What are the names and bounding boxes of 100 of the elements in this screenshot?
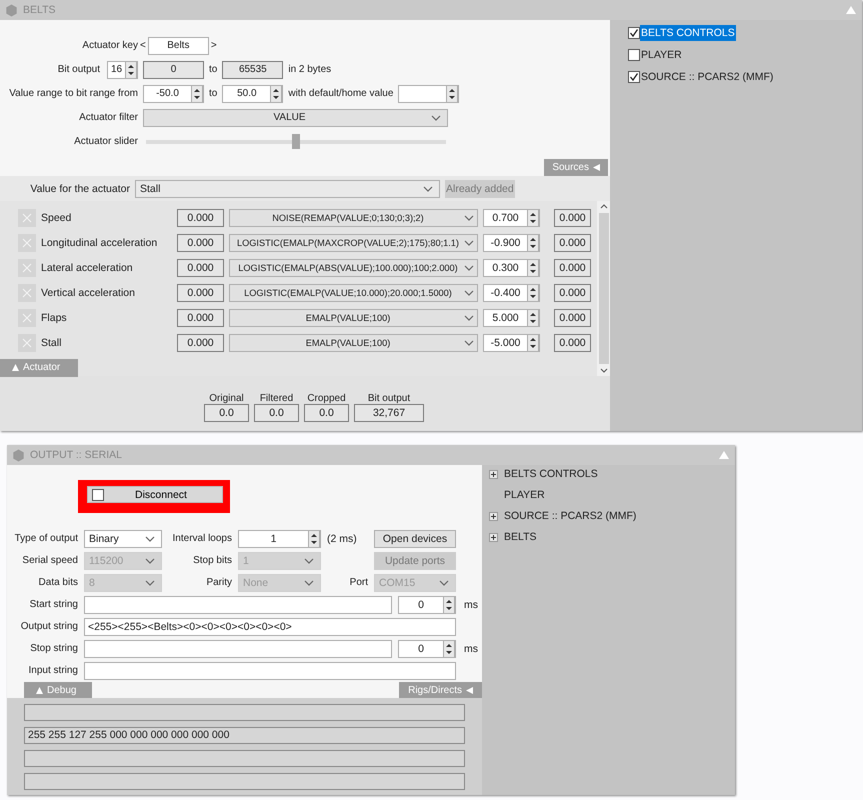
result-value: 0.000 xyxy=(554,209,591,227)
next-arrow[interactable]: > xyxy=(210,40,217,51)
readout-label: Original xyxy=(209,393,244,404)
actuator-key-field[interactable]: Belts xyxy=(148,36,209,54)
interval-spinner[interactable]: 1 xyxy=(238,530,321,548)
field-label: Interval loops xyxy=(172,532,232,546)
field-label: Stop bits xyxy=(192,554,232,568)
spin-arrows-icon[interactable] xyxy=(270,84,282,102)
filter-dropdown[interactable]: VALUE xyxy=(143,108,448,126)
caret-icon xyxy=(439,580,449,586)
field-label: Actuator slider xyxy=(74,136,138,147)
list-item[interactable]: SOURCE :: PCARS2 (MMF) xyxy=(640,69,774,85)
raw-value: 0.000 xyxy=(177,334,224,352)
result-value: 0.000 xyxy=(554,259,591,277)
slider-thumb[interactable] xyxy=(292,134,300,148)
raw-value: 0.000 xyxy=(177,259,224,277)
input-string-field[interactable] xyxy=(84,662,456,680)
raw-value: 0.000 xyxy=(177,309,224,327)
formula-dropdown[interactable]: LOGISTIC(EMALP(VALUE;10.000);20.000;1.5000) xyxy=(229,284,478,302)
field-label: with default/home value xyxy=(288,88,394,99)
readout-value: 32,767 xyxy=(354,404,424,422)
window-title: OUTPUT :: SERIAL xyxy=(30,449,122,461)
output-type-dropdown[interactable]: Binary xyxy=(84,530,162,548)
to-label: to xyxy=(209,64,218,75)
readout-label: Cropped xyxy=(307,393,346,404)
hexagon-icon xyxy=(12,448,25,462)
scrollbar[interactable] xyxy=(597,201,610,376)
field-label: Type of output xyxy=(14,532,78,546)
tree-item[interactable]: BELTS xyxy=(504,531,536,543)
caret-icon xyxy=(304,580,314,586)
spin-arrows-icon[interactable] xyxy=(527,284,539,302)
expand-icon[interactable] xyxy=(489,512,498,520)
delay-spinner[interactable]: 0 xyxy=(398,640,456,658)
unit-label: ms xyxy=(463,598,479,613)
spin-arrows-icon[interactable] xyxy=(527,209,539,227)
formula-dropdown[interactable]: LOGISTIC(EMALP(MAXCROP(VALUE;2);175);80;1.1) xyxy=(229,234,478,252)
tree-item[interactable]: BELTS CONTROLS xyxy=(504,468,598,480)
readout-value: 0.0 xyxy=(254,404,299,422)
spin-arrows-icon[interactable] xyxy=(527,334,539,352)
checkbox[interactable] xyxy=(628,49,640,61)
range-to-spinner[interactable]: 50.0 xyxy=(222,84,284,102)
factor-spinner[interactable]: 0.700 xyxy=(483,209,540,227)
tree-item[interactable]: PLAYER xyxy=(504,489,545,501)
field-label: Value for the actuator xyxy=(29,182,130,194)
start-string-field[interactable] xyxy=(84,596,392,614)
checkbox[interactable] xyxy=(628,71,640,83)
formula-dropdown[interactable]: NOISE(REMAP(VALUE;0;130;0;3);2) xyxy=(229,209,478,227)
expand-icon[interactable] xyxy=(489,470,498,478)
list-item[interactable]: PLAYER xyxy=(640,47,683,63)
factor-spinner[interactable]: -0.400 xyxy=(483,284,540,302)
checkbox[interactable] xyxy=(628,27,640,39)
field-label: Stop string xyxy=(29,642,78,656)
to-label: to xyxy=(209,88,218,99)
spin-arrows-icon[interactable] xyxy=(446,84,458,102)
expand-icon[interactable] xyxy=(489,532,498,542)
spin-arrows-icon[interactable] xyxy=(443,640,455,658)
input-name: Stall xyxy=(41,337,62,349)
list-item[interactable]: BELTS CONTROLS xyxy=(640,25,736,41)
previous-arrow[interactable]: < xyxy=(140,40,146,51)
raw-value: 0.000 xyxy=(177,209,224,227)
field-label: Input string xyxy=(28,664,78,678)
range-from-spinner[interactable]: -50.0 xyxy=(143,84,204,102)
caret-icon xyxy=(145,580,155,586)
spin-arrows-icon[interactable] xyxy=(527,259,539,277)
caret-icon xyxy=(464,315,474,321)
caret-icon xyxy=(431,114,441,120)
factor-spinner[interactable]: 0.300 xyxy=(483,259,540,277)
delay-spinner[interactable]: 0 xyxy=(398,596,456,614)
formula-dropdown[interactable]: EMALP(VALUE;100) xyxy=(229,309,478,327)
caret-icon xyxy=(145,536,155,542)
caret-icon xyxy=(304,558,314,564)
field-label: Actuator filter xyxy=(79,112,138,123)
bit-range-from: 0 xyxy=(143,60,204,78)
stop-string-field[interactable] xyxy=(84,640,392,658)
factor-spinner[interactable]: 5.000 xyxy=(483,309,540,327)
factor-spinner[interactable]: -5.000 xyxy=(483,334,540,352)
spin-arrows-icon[interactable] xyxy=(125,60,137,78)
bit-range-to: 65535 xyxy=(222,60,284,78)
spin-arrows-icon[interactable] xyxy=(527,234,539,252)
input-name: Lateral acceleration xyxy=(41,262,134,274)
output-string-field[interactable]: <255><255><Belts><0><0><0><0><0><0> xyxy=(84,618,456,636)
spin-arrows-icon[interactable] xyxy=(443,596,455,614)
raw-value: 0.000 xyxy=(177,234,224,252)
formula-dropdown[interactable]: EMALP(VALUE;100) xyxy=(229,334,478,352)
spin-arrows-icon[interactable] xyxy=(191,84,203,102)
left-triangle-icon xyxy=(593,164,600,171)
caret-icon xyxy=(423,186,433,192)
tree-item[interactable]: SOURCE :: PCARS2 (MMF) xyxy=(504,510,636,522)
caret-icon xyxy=(464,215,474,221)
input-name: Vertical acceleration xyxy=(41,287,136,299)
bit-count-spinner[interactable]: 16 xyxy=(107,60,138,78)
actuator-source-dropdown[interactable]: Stall xyxy=(135,180,440,198)
input-name: Longitudinal acceleration xyxy=(41,237,158,249)
spin-arrows-icon[interactable] xyxy=(527,309,539,327)
spin-arrows-icon[interactable] xyxy=(308,530,320,548)
disconnect-toggle[interactable]: Disconnect xyxy=(87,486,223,503)
formula-dropdown[interactable]: LOGISTIC(EMALP(ABS(VALUE);100.000);100;2.000) xyxy=(229,259,478,277)
open-devices-button[interactable]: Open devices xyxy=(374,530,456,548)
factor-spinner[interactable]: -0.900 xyxy=(483,234,540,252)
left-triangle-icon xyxy=(466,686,473,694)
